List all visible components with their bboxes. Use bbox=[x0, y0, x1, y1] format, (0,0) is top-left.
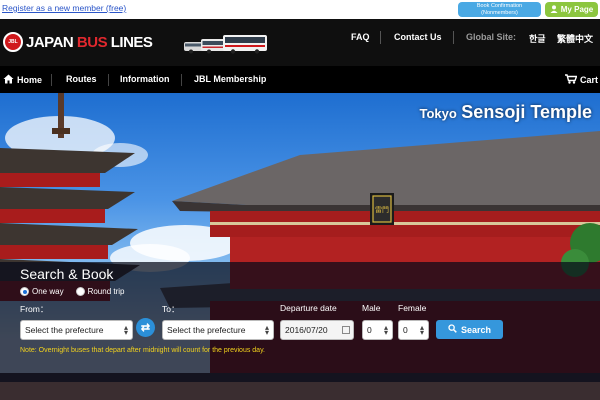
nav-divider bbox=[181, 74, 182, 86]
temple-sign-text: 雷門 bbox=[375, 206, 389, 214]
logo-word-bus: BUS bbox=[76, 33, 108, 51]
departure-date-value: 2016/07/20 bbox=[285, 325, 328, 335]
hero-caption: Tokyo Sensoji Temple bbox=[420, 102, 592, 123]
swap-arrows-icon: ⇄ bbox=[140, 322, 151, 334]
male-count-value: 0 bbox=[367, 325, 372, 335]
nav-item-home[interactable]: Home bbox=[3, 74, 42, 86]
nav-item-label: JBL Membership bbox=[194, 74, 267, 84]
nav-divider bbox=[108, 74, 109, 86]
radio-round-trip[interactable] bbox=[75, 287, 85, 296]
hero-caption-city: Tokyo bbox=[419, 106, 457, 121]
user-icon bbox=[550, 4, 558, 15]
nav-item-label: Routes bbox=[66, 74, 97, 84]
booking-confirmation-button[interactable]: Book Confirmation (Nonmembers) bbox=[458, 2, 541, 17]
site-logo[interactable]: JBL JAPAN BUS LINES bbox=[3, 32, 153, 52]
departure-date-label: Departure date bbox=[280, 303, 337, 313]
faq-link[interactable]: FAQ bbox=[351, 32, 370, 42]
my-page-label: My Page bbox=[560, 5, 594, 14]
radio-round-trip-label[interactable]: Round trip bbox=[88, 287, 125, 296]
main-nav: Home Routes Information JBL Membership C… bbox=[0, 66, 600, 93]
female-count-select[interactable]: 0 ▴ ▾ bbox=[398, 320, 429, 340]
contact-us-link[interactable]: Contact Us bbox=[394, 32, 442, 42]
select-arrows-icon: ▴ ▾ bbox=[383, 323, 388, 337]
select-arrows-icon: ▴ ▾ bbox=[123, 323, 128, 337]
search-title: Search & Book bbox=[20, 266, 114, 282]
nav-item-information[interactable]: Information bbox=[120, 74, 170, 84]
logo-emblem: JBL bbox=[3, 32, 23, 52]
calendar-icon[interactable] bbox=[342, 326, 350, 334]
search-button[interactable]: Search bbox=[436, 320, 503, 339]
male-count-select[interactable]: 0 ▴ ▾ bbox=[362, 320, 393, 340]
nav-item-label: Information bbox=[120, 74, 170, 84]
nav-item-label: Home bbox=[17, 75, 43, 85]
search-icon bbox=[448, 324, 457, 335]
cart-icon bbox=[565, 74, 578, 86]
site-header: JBL JAPAN BUS LINES FAQ Contact Us Globa… bbox=[0, 19, 600, 66]
global-site-label: Global Site: bbox=[466, 32, 517, 42]
booking-confirmation-sublabel: (Nonmembers) bbox=[481, 9, 518, 16]
search-button-label: Search bbox=[460, 324, 492, 335]
cart-link[interactable]: Cart bbox=[565, 74, 598, 86]
top-utility-bar: Register as a new member (free) Book Con… bbox=[0, 0, 600, 19]
home-icon bbox=[3, 74, 14, 86]
to-prefecture-value: Select the prefecture bbox=[167, 325, 246, 335]
language-link-korean[interactable]: 한글 bbox=[529, 32, 546, 45]
swap-direction-button[interactable]: ⇄ bbox=[136, 318, 155, 337]
female-label: Female bbox=[398, 303, 427, 313]
header-divider bbox=[453, 31, 454, 44]
radio-one-way-label[interactable]: One way bbox=[32, 287, 64, 296]
overnight-note: Note: Overnight buses that depart after … bbox=[20, 347, 265, 354]
from-label: From： bbox=[20, 304, 49, 314]
bus-illustration bbox=[183, 34, 268, 59]
register-link[interactable]: Register as a new member (free) bbox=[2, 3, 126, 13]
from-prefecture-select[interactable]: Select the prefecture ▴ ▾ bbox=[20, 320, 133, 340]
logo-word-japan: JAPAN bbox=[26, 33, 74, 51]
to-prefecture-select[interactable]: Select the prefecture ▴ ▾ bbox=[162, 320, 274, 340]
male-label: Male bbox=[362, 303, 381, 313]
nav-item-routes[interactable]: Routes bbox=[66, 74, 97, 84]
from-prefecture-value: Select the prefecture bbox=[25, 325, 104, 335]
trip-type-radios: One way Round trip bbox=[20, 287, 125, 296]
nav-item-membership[interactable]: JBL Membership bbox=[194, 74, 266, 84]
departure-date-input[interactable]: 2016/07/20 bbox=[280, 320, 354, 340]
female-count-value: 0 bbox=[403, 325, 408, 335]
select-arrows-icon: ▴ ▾ bbox=[264, 323, 269, 337]
hero-caption-title: Sensoji Temple bbox=[461, 102, 592, 122]
cart-label: Cart bbox=[580, 75, 599, 85]
my-page-button[interactable]: My Page bbox=[545, 2, 598, 17]
header-divider bbox=[380, 31, 381, 44]
logo-wordmark: JAPAN BUS LINES bbox=[26, 33, 153, 51]
logo-word-lines: LINES bbox=[110, 33, 153, 51]
language-link-chinese[interactable]: 繁體中文 bbox=[557, 32, 593, 45]
to-label: To： bbox=[162, 304, 180, 314]
radio-one-way[interactable] bbox=[20, 287, 29, 296]
nav-divider bbox=[51, 74, 52, 86]
select-arrows-icon: ▴ ▾ bbox=[419, 323, 424, 337]
